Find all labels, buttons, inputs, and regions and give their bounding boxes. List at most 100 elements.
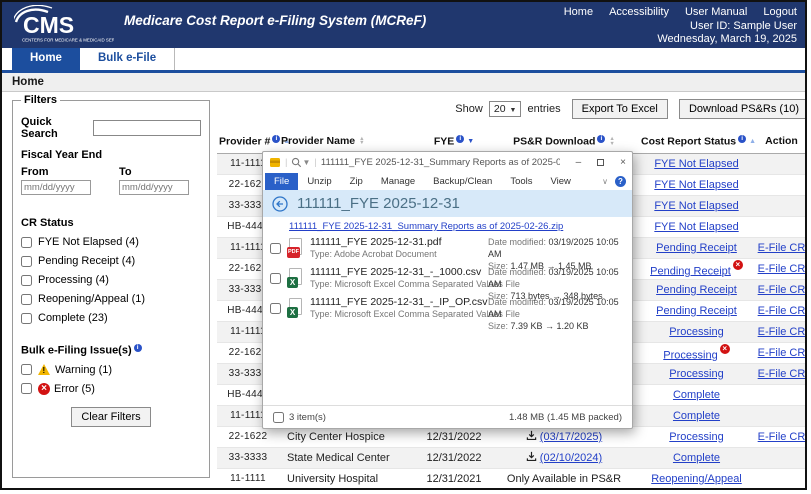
status-link-fye-not-elapsed[interactable]: FYE Not Elapsed xyxy=(654,200,738,212)
status-link-pending-receipt[interactable]: Pending Receipt xyxy=(650,265,731,277)
app-header: CMS CENTERS FOR MEDICARE & MEDICAID SERV… xyxy=(2,2,805,48)
cost-report-status-cell: Complete xyxy=(639,384,754,405)
quick-search-label: Quick Search xyxy=(21,116,58,140)
psr-download-link[interactable]: (03/17/2025) xyxy=(540,431,602,443)
e-file-cr-link[interactable]: E-File CR xyxy=(758,284,805,296)
action-cell: E-File CR xyxy=(754,363,805,384)
nav-link-user-manual[interactable]: User Manual xyxy=(685,6,747,18)
menu-item-unzip[interactable]: Unzip xyxy=(298,173,340,190)
chevron-down-icon[interactable]: ∨ xyxy=(602,177,608,186)
search-dropdown-icon[interactable]: ▼ xyxy=(302,158,310,167)
e-file-cr-link[interactable]: E-File CR xyxy=(758,431,805,443)
info-icon[interactable]: i xyxy=(597,135,606,143)
error-icon xyxy=(732,259,743,270)
status-link-processing[interactable]: Processing xyxy=(669,431,723,443)
cr-status-checkbox[interactable] xyxy=(21,293,32,305)
maximize-icon[interactable] xyxy=(597,158,605,166)
filters-legend: Filters xyxy=(24,94,58,106)
cost-report-status-cell: Pending Receipt xyxy=(639,258,754,279)
sort-descending-icon[interactable]: ▼ xyxy=(467,138,474,145)
quick-search-input[interactable] xyxy=(93,120,201,136)
menu-item-backup-clean[interactable]: Backup/Clean xyxy=(424,173,501,190)
file-checkbox[interactable] xyxy=(270,242,281,254)
fye-to-input[interactable] xyxy=(119,180,189,195)
cr-status-option-label: Pending Receipt (4) xyxy=(38,255,136,267)
psr-download-link[interactable]: (02/10/2024) xyxy=(540,452,602,464)
search-icon[interactable] xyxy=(291,157,302,168)
column-header-ps-r-download[interactable]: PS&R Download i ▲ ▼ xyxy=(489,130,639,154)
select-all-checkbox[interactable] xyxy=(273,411,284,423)
close-icon[interactable]: × xyxy=(620,157,626,168)
e-file-cr-link[interactable]: E-File CR xyxy=(758,347,805,359)
status-link-complete[interactable]: Complete xyxy=(673,410,720,422)
status-link-complete[interactable]: Complete xyxy=(673,452,720,464)
status-link-pending-receipt[interactable]: Pending Receipt xyxy=(656,242,737,254)
e-file-cr-link[interactable]: E-File CR xyxy=(758,263,805,275)
info-icon[interactable]: i xyxy=(738,135,747,143)
help-icon[interactable]: ? xyxy=(615,175,626,187)
provider-number-cell: 11-1111 xyxy=(230,473,266,484)
file-checkbox[interactable] xyxy=(270,272,281,284)
menu-item-view[interactable]: View xyxy=(542,173,580,190)
entries-select[interactable]: 20 ▼ xyxy=(488,101,522,117)
file-modified: Date modified: 03/19/2025 10:05 AM xyxy=(488,296,632,320)
minimize-icon[interactable]: – xyxy=(576,157,582,168)
info-icon[interactable]: i xyxy=(456,135,465,143)
tab-home[interactable]: Home xyxy=(12,48,80,70)
fye-from-input[interactable] xyxy=(21,180,91,195)
sort-ascending-icon[interactable]: ▲ xyxy=(749,138,756,145)
zip-file-link[interactable]: 111111_FYE 2025-12-31_Summary Reports as… xyxy=(289,221,563,232)
file-name[interactable]: 111111_FYE 2025-12-31.pdf xyxy=(310,236,442,248)
cr-status-checkbox[interactable] xyxy=(21,236,32,248)
info-icon[interactable]: i xyxy=(272,135,281,143)
download-psrs-button[interactable]: Download PS&Rs (10) xyxy=(678,99,805,119)
column-header-fye[interactable]: FYE i ▼ xyxy=(419,130,489,154)
status-link-pending-receipt[interactable]: Pending Receipt xyxy=(656,284,737,296)
back-icon[interactable] xyxy=(272,195,288,212)
status-link-pending-receipt[interactable]: Pending Receipt xyxy=(656,305,737,317)
file-checkbox[interactable] xyxy=(270,302,281,314)
action-cell xyxy=(754,153,805,174)
e-file-cr-link[interactable]: E-File CR xyxy=(758,368,805,380)
info-icon[interactable]: i xyxy=(133,344,142,352)
column-header-provider[interactable]: Provider # i ▲ xyxy=(217,130,290,154)
tab-bulk-e-file[interactable]: Bulk e-File xyxy=(80,48,176,70)
nav-link-home[interactable]: Home xyxy=(564,6,593,18)
status-link-processing[interactable]: Processing xyxy=(669,368,723,380)
sort-icon[interactable]: ▲ ▼ xyxy=(609,137,614,146)
bulk-issue-checkbox[interactable] xyxy=(21,383,32,395)
status-link-fye-not-elapsed[interactable]: FYE Not Elapsed xyxy=(654,158,738,170)
e-file-cr-link[interactable]: E-File CR xyxy=(758,326,805,338)
column-header-provider-name[interactable]: Provider Name ▲ ▼ xyxy=(279,130,419,154)
file-badge: X xyxy=(287,307,298,318)
status-link-processing[interactable]: Processing xyxy=(669,326,723,338)
menu-item-file[interactable]: File xyxy=(265,172,299,190)
status-link-processing[interactable]: Processing xyxy=(663,349,717,361)
column-header-cost-report-status[interactable]: Cost Report Status i ▲ xyxy=(639,130,756,154)
nav-link-logout[interactable]: Logout xyxy=(763,6,797,18)
nav-link-accessibility[interactable]: Accessibility xyxy=(609,6,669,18)
winzip-titlebar[interactable]: | ▼ | 111111_FYE 2025-12-31_Summary Repo… xyxy=(263,152,632,172)
e-file-cr-link[interactable]: E-File CR xyxy=(758,242,805,254)
cr-status-checkbox[interactable] xyxy=(21,255,32,267)
column-label: Action xyxy=(765,135,798,148)
sort-icon[interactable]: ▲ ▼ xyxy=(359,136,364,146)
cr-status-option-fye-not-elapsed-4: FYE Not Elapsed (4) xyxy=(21,236,201,248)
status-link-fye-not-elapsed[interactable]: FYE Not Elapsed xyxy=(654,221,738,233)
menu-item-tools[interactable]: Tools xyxy=(501,173,541,190)
menu-item-zip[interactable]: Zip xyxy=(341,173,372,190)
cr-status-checkbox[interactable] xyxy=(21,274,32,286)
e-file-cr-link[interactable]: E-File CR xyxy=(758,305,805,317)
cr-status-checkbox[interactable] xyxy=(21,312,32,324)
menu-item-manage[interactable]: Manage xyxy=(372,173,424,190)
status-link-complete[interactable]: Complete xyxy=(673,389,720,401)
status-link-reopening-appeal[interactable]: Reopening/Appeal xyxy=(651,473,742,485)
file-size: Size: 7.39 KB → 1.20 KB xyxy=(488,320,632,332)
status-link-fye-not-elapsed[interactable]: FYE Not Elapsed xyxy=(654,179,738,191)
clear-filters-button[interactable]: Clear Filters xyxy=(71,406,151,427)
bulk-issue-checkbox[interactable] xyxy=(21,364,32,376)
column-label: Cost Report Status xyxy=(641,135,737,148)
column-header-action[interactable]: Action xyxy=(754,130,805,154)
table-header-row: Provider # i ▲ Provider Name ▲ ▼ FYE i ▼ PS&R Dow… xyxy=(217,130,805,154)
export-to-excel-button[interactable]: Export To Excel xyxy=(571,99,668,119)
